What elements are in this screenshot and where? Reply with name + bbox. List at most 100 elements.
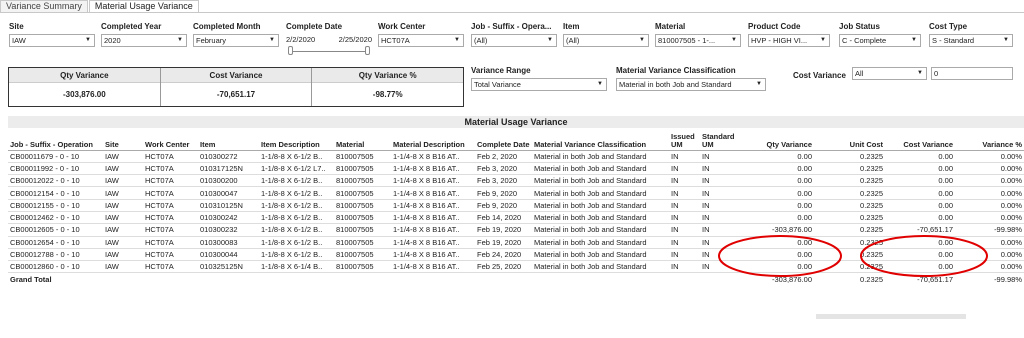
cell-item-description: 1-1/8-8 X 6-1/2 B..: [259, 186, 334, 200]
cell-work-center: HCT07A: [143, 223, 198, 237]
table-row[interactable]: CB00012155 - 0 - 10 IAW HCT07A 010310125N 1-…: [8, 199, 1024, 212]
cell-material-variance-classification: Material in both Job and Standard: [532, 260, 669, 274]
cell-material-variance-classification: Material in both Job and Standard: [532, 236, 669, 249]
cell-variance-pct: 0.00%: [955, 150, 1024, 163]
item-select[interactable]: (All) ▼: [563, 34, 649, 47]
cell-cost-variance: 0.00: [885, 199, 955, 212]
horizontal-scrollbar[interactable]: [816, 314, 966, 319]
cell-item: 010300044: [198, 248, 259, 262]
column-header-cost-variance[interactable]: Cost Variance: [885, 128, 955, 151]
chevron-down-icon: ▼: [597, 81, 603, 87]
completed-month-select[interactable]: February ▼: [193, 34, 279, 47]
cell-work-center: HCT07A: [143, 186, 198, 200]
cost-variance-value-input[interactable]: 0: [931, 67, 1013, 80]
cell-unit-cost: 0.2325: [814, 211, 885, 225]
site-select[interactable]: IAW ▼: [9, 34, 95, 47]
variance-range-select[interactable]: Total Variance ▼: [471, 78, 607, 91]
total-empty-cell: [475, 273, 532, 285]
slider-handle-start[interactable]: [288, 46, 293, 55]
filter-item: Item (All) ▼: [563, 22, 649, 47]
cell-material: 810007505: [334, 186, 391, 200]
column-header-complete-date[interactable]: Complete Date: [475, 128, 532, 151]
cost-variance-operator-select[interactable]: All ▼: [852, 67, 927, 80]
cell-qty-variance: 0.00: [742, 150, 814, 163]
column-header-unit-cost[interactable]: Unit Cost: [814, 128, 885, 151]
cell-material: 810007505: [334, 236, 391, 249]
filter-work-center: Work Center HCT07A ▼: [378, 22, 464, 47]
column-header-qty-variance[interactable]: Qty Variance: [742, 128, 814, 151]
material-usage-variance-table: Job - Suffix - Operation Site Work Center I…: [8, 128, 1024, 285]
cell-item: 010300232: [198, 223, 259, 237]
column-header-material-description[interactable]: Material Description: [391, 128, 475, 151]
cell-site: IAW: [103, 248, 143, 262]
cell-material: 810007505: [334, 260, 391, 274]
kpi-cost-variance-header: Cost Variance: [160, 68, 312, 83]
date-range-slider[interactable]: [286, 46, 372, 56]
cell-job-suffix-operation: CB00012860 - 0 - 10: [8, 260, 103, 274]
cell-standard-um: IN: [700, 260, 742, 274]
kpi-qty-variance-value: -303,876.00: [62, 90, 106, 99]
column-header-work-center[interactable]: Work Center: [143, 128, 198, 151]
cell-site: IAW: [103, 260, 143, 274]
cell-cost-variance: 0.00: [885, 236, 955, 249]
cell-work-center: HCT07A: [143, 211, 198, 225]
cell-item-description: 1-1/8-8 X 6-1/2 B..: [259, 199, 334, 212]
chevron-down-icon: ▼: [1003, 37, 1009, 43]
column-header-variance-pct[interactable]: Variance %: [955, 128, 1024, 151]
total-empty-cell: [334, 273, 391, 285]
cell-unit-cost: 0.2325: [814, 223, 885, 237]
cell-standard-um: IN: [700, 186, 742, 200]
table-row[interactable]: CB00012154 - 0 - 10 IAW HCT07A 010300047 1-1…: [8, 186, 1024, 200]
column-header-item[interactable]: Item: [198, 128, 259, 151]
column-header-issued-um[interactable]: Issued UM: [669, 128, 700, 151]
cell-issued-um: IN: [669, 186, 700, 200]
cell-variance-pct: 0.00%: [955, 211, 1024, 225]
filter-variance-range-label: Variance Range: [471, 66, 531, 75]
column-header-job-suffix-operation[interactable]: Job - Suffix - Operation: [8, 128, 103, 151]
cell-cost-variance: 0.00: [885, 248, 955, 262]
cell-issued-um: IN: [669, 211, 700, 225]
cell-material-variance-classification: Material in both Job and Standard: [532, 211, 669, 225]
column-header-item-description[interactable]: Item Description: [259, 128, 334, 151]
table-row[interactable]: CB00011679 - 0 - 10 IAW HCT07A 010300272 1-1…: [8, 150, 1024, 163]
total-unit-cost: 0.2325: [860, 274, 883, 284]
product-code-select[interactable]: HVP - HIGH VI... ▼: [748, 34, 830, 47]
column-header-material-variance-classification[interactable]: Material Variance Classification: [532, 128, 669, 151]
column-header-material[interactable]: Material: [334, 128, 391, 151]
cell-work-center: HCT07A: [143, 248, 198, 262]
filter-complete-date: Complete Date 2/2/2020 2/25/2020: [286, 22, 372, 56]
table-row[interactable]: CB00012462 - 0 - 10 IAW HCT07A 010300242 1-1…: [8, 211, 1024, 225]
date-to: 2/25/2020: [338, 35, 372, 44]
chevron-down-icon: ▼: [756, 81, 762, 87]
filter-site-label: Site: [9, 22, 24, 31]
tab-variance-summary[interactable]: Variance Summary: [0, 0, 88, 12]
cell-work-center: HCT07A: [143, 174, 198, 188]
cell-material: 810007505: [334, 150, 391, 163]
cell-item: 010300242: [198, 211, 259, 225]
cell-material-variance-classification: Material in both Job and Standard: [532, 248, 669, 262]
cell-job-suffix-operation: CB00012155 - 0 - 10: [8, 199, 103, 212]
filter-variance-range: Variance Range Total Variance ▼: [471, 66, 607, 91]
completed-year-select[interactable]: 2020 ▼: [101, 34, 187, 47]
column-header-site[interactable]: Site: [103, 128, 143, 151]
job-status-select[interactable]: C - Complete ▼: [839, 34, 921, 47]
table-row[interactable]: CB00012022 - 0 - 10 IAW HCT07A 010300200 1-1…: [8, 174, 1024, 188]
work-center-select[interactable]: HCT07A ▼: [378, 34, 464, 47]
table-row[interactable]: CB00012654 - 0 - 10 IAW HCT07A 010300083 1-1…: [8, 236, 1024, 249]
table-row[interactable]: CB00012860 - 0 - 10 IAW HCT07A 010325125N 1-…: [8, 260, 1024, 274]
filter-cost-type: Cost Type S - Standard ▼: [929, 22, 1013, 47]
table-row[interactable]: CB00012788 - 0 - 10 IAW HCT07A 010300044 1-1…: [8, 248, 1024, 262]
table-row[interactable]: CB00011992 - 0 - 10 IAW HCT07A 010317125N 1-…: [8, 162, 1024, 176]
slider-handle-end[interactable]: [365, 46, 370, 55]
cell-item-description: 1-1/8-8 X 6-1/2 B..: [259, 174, 334, 188]
cell-variance-pct: 0.00%: [955, 174, 1024, 188]
column-header-standard-um[interactable]: Standard UM: [700, 128, 742, 151]
total-empty-cell: [391, 273, 475, 285]
cost-type-select[interactable]: S - Standard ▼: [929, 34, 1013, 47]
table-row[interactable]: CB00012605 - 0 - 10 IAW HCT07A 010300232 1-1…: [8, 223, 1024, 237]
job-suffix-operation-select[interactable]: (All) ▼: [471, 34, 557, 47]
material-variance-classification-select[interactable]: Material in both Job and Standard ▼: [616, 78, 766, 91]
material-select[interactable]: 810007505 - 1-... ▼: [655, 34, 741, 47]
cell-material-description: 1-1/4-8 X 8 B16 AT..: [391, 236, 475, 249]
tab-material-usage-variance[interactable]: Material Usage Variance: [88, 0, 199, 12]
